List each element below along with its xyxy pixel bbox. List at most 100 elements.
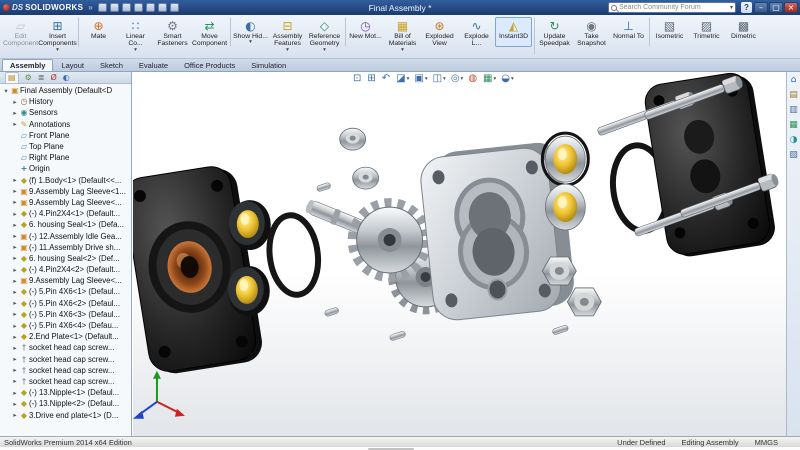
expander-icon[interactable]: ▸ [11, 355, 19, 363]
expander-icon[interactable]: ▸ [11, 411, 19, 419]
linear-pattern-button[interactable]: ∷ Linear Co... ▾ [117, 17, 154, 55]
drive-gear-part[interactable] [347, 198, 432, 282]
reference-geometry-button[interactable]: ◇ Reference Geometry ▾ [306, 17, 343, 55]
zoom-fit-icon[interactable]: ⊡ [353, 73, 362, 84]
tree-item[interactable]: ▸ ▣ 9.Assembly Lag Sleeve<... [0, 275, 131, 286]
zoom-area-icon[interactable]: ⊞ [367, 73, 376, 84]
tab-assembly[interactable]: Assembly [2, 59, 54, 71]
solidworks-resources-icon[interactable]: ⌂ [791, 75, 797, 85]
instant3d-button[interactable]: ◭ Instant3D [495, 17, 532, 48]
mate-button[interactable]: ⊕ Mate [78, 17, 117, 48]
show-hidden-button[interactable]: ◐ Show Hid... ▾ [230, 17, 269, 48]
trimetric-button[interactable]: ▨ Trimetric [688, 17, 725, 47]
insert-components-button[interactable]: ⊞ Insert Components ▾ [38, 17, 77, 55]
tree-item[interactable]: ▸ ◆ (-) 5.Pin 4X6<3> (Defaul... [0, 309, 131, 320]
expander-icon[interactable]: ▸ [11, 299, 19, 307]
new-document-icon[interactable] [97, 3, 107, 12]
expander-icon[interactable]: ▸ [11, 176, 19, 184]
view-palette-icon[interactable]: ▦ [789, 120, 798, 130]
search-dropdown-icon[interactable]: ▾ [730, 4, 733, 11]
tree-item[interactable]: ▸ ◆ (-) 5.Pin 4X6<2> (Defaul... [0, 298, 131, 309]
expander-icon[interactable]: ▸ [11, 243, 19, 251]
tree-item[interactable]: ▱ Top Plane [0, 141, 131, 152]
tree-item[interactable]: ▸ ✎ Annotations [0, 119, 131, 130]
display-style-icon[interactable]: ◫ ▾ [433, 73, 446, 84]
tree-item[interactable]: ▸ ▣ 9.Assembly Lag Sleeve<... [0, 197, 131, 208]
displaymanager-tab[interactable]: ◐ [63, 73, 70, 83]
tree-item[interactable]: ▱ Right Plane [0, 152, 131, 163]
plug-fitting-part-1[interactable] [339, 127, 367, 151]
expander-icon[interactable]: ▾ [2, 87, 10, 95]
tree-item[interactable]: ▸ ▣ (-) 12.Assembly Idle Gea... [0, 230, 131, 241]
tree-item[interactable]: ▸ ◆ 3.Drive end plate<1> (D... [0, 409, 131, 420]
tree-item[interactable]: ▸ ◆ 6. housing Seal<2> (Def... [0, 253, 131, 264]
expander-icon[interactable]: ▸ [11, 221, 19, 229]
edit-appearance-icon[interactable]: ◍ [468, 73, 478, 84]
expander-icon[interactable]: ▸ [11, 333, 19, 341]
tree-item[interactable]: ▸ ◆ 6. housing Seal<1> (Defa... [0, 219, 131, 230]
search-input[interactable] [617, 3, 728, 12]
dimxpertmanager-tab[interactable]: Ø [50, 73, 56, 83]
expander-icon[interactable]: ▸ [11, 232, 19, 240]
tree-item[interactable]: ▾ ▣ Final Assembly (Default<D [0, 85, 131, 96]
appearances-icon[interactable]: ◑ [790, 135, 798, 145]
assembly-features-button[interactable]: ⊟ Assembly Features ▾ [269, 17, 306, 55]
dimetric-button[interactable]: ▩ Dimetric [725, 17, 762, 47]
tab-evaluate[interactable]: Evaluate [131, 59, 176, 71]
pin-part-2[interactable] [324, 307, 339, 317]
tab-layout[interactable]: Layout [53, 59, 92, 71]
graphics-area[interactable]: ⊡ ⊞ ↶ ◪ ▾ ▣ ▾ ◫ ▾ ◎ ▾ ◍ ▦ ▾ ◒ ▾ [133, 72, 786, 436]
move-component-button[interactable]: ⇄ Move Component [191, 17, 228, 55]
drive-end-plate-part[interactable] [643, 72, 778, 260]
expander-icon[interactable]: ▸ [11, 400, 19, 408]
tree-item[interactable]: ▸ ◆ (-) 4.Pin2X4<1> (Default... [0, 208, 131, 219]
expander-icon[interactable]: ▸ [11, 109, 19, 117]
tab-sketch[interactable]: Sketch [92, 59, 131, 71]
bearing-sleeve-part-4[interactable] [544, 183, 586, 231]
expander-icon[interactable]: ▸ [11, 310, 19, 318]
units-selector[interactable]: MMGS [755, 438, 778, 447]
tree-item[interactable]: ▸ ◆ (-) 13.Nipple<1> (Defaul... [0, 387, 131, 398]
pin-part-3[interactable] [389, 331, 406, 342]
file-explorer-icon[interactable]: ▥ [789, 105, 798, 115]
tree-item[interactable]: + Origin [0, 163, 131, 174]
rebuild-icon[interactable] [157, 3, 167, 12]
custom-properties-icon[interactable]: ▧ [789, 150, 798, 160]
view-orientation-icon[interactable]: ▣ ▾ [414, 73, 427, 84]
update-speedpak-button[interactable]: ↻ Update Speedpak [534, 17, 573, 55]
tree-item[interactable]: ▸ ◷ History [0, 96, 131, 107]
tree-item[interactable]: ▸ ▣ (-) 11.Assembly Drive sh... [0, 242, 131, 253]
tree-item[interactable]: ▱ Front Plane [0, 130, 131, 141]
tree-item[interactable]: ▸ ◆ (-) 5.Pin 4X6<1> (Defaul... [0, 286, 131, 297]
featuremanager-tab[interactable]: ▤ [5, 72, 19, 83]
bearing-sleeve-part-2[interactable] [227, 265, 270, 316]
tree-item[interactable]: ▸ ◆ (f) 1.Body<1> (Default<<... [0, 175, 131, 186]
tree-item[interactable]: ▸ ◆ (-) 4.Pin2X4<2> (Default... [0, 264, 131, 275]
pin-part-4[interactable] [552, 325, 569, 336]
view-settings-icon[interactable]: ◒ ▾ [501, 73, 514, 84]
expander-icon[interactable]: ▸ [11, 210, 19, 218]
community-search-box[interactable]: ▾ [608, 2, 736, 13]
options-icon[interactable] [169, 3, 179, 12]
expander-icon[interactable]: ▸ [11, 120, 19, 128]
take-snapshot-button[interactable]: ◉ Take Snapshot [573, 17, 610, 55]
save-icon[interactable] [121, 3, 131, 12]
tree-item[interactable]: ▸ † socket head cap screw... [0, 376, 131, 387]
hide-show-items-icon[interactable]: ◎ ▾ [451, 73, 464, 84]
tree-item[interactable]: ▸ † socket head cap screw... [0, 365, 131, 376]
menu-expand-icon[interactable]: » [88, 3, 92, 12]
expander-icon[interactable]: ▸ [11, 198, 19, 206]
expander-icon[interactable]: ▸ [11, 266, 19, 274]
new-motion-study-button[interactable]: ◷ New Mot... [345, 17, 384, 48]
tree-item[interactable]: ▸ ◆ (-) 13.Nipple<2> (Defaul... [0, 398, 131, 409]
expander-icon[interactable]: ▸ [11, 254, 19, 262]
bill-of-materials-button[interactable]: ▦ Bill of Materials ▾ [384, 17, 421, 55]
isometric-button[interactable]: ▧ Isometric [649, 17, 688, 48]
tree-item[interactable]: ▸ † socket head cap screw... [0, 354, 131, 365]
normal-to-button[interactable]: ⊥ Normal To [610, 17, 647, 47]
close-button[interactable]: × [784, 2, 798, 13]
plug-fitting-part-2[interactable] [352, 166, 380, 190]
pin-part-1[interactable] [316, 182, 331, 192]
propertymanager-tab[interactable]: ⚙ [25, 73, 32, 83]
tree-item[interactable]: ▸ ◆ (-) 5.Pin 4X6<4> (Defau... [0, 320, 131, 331]
